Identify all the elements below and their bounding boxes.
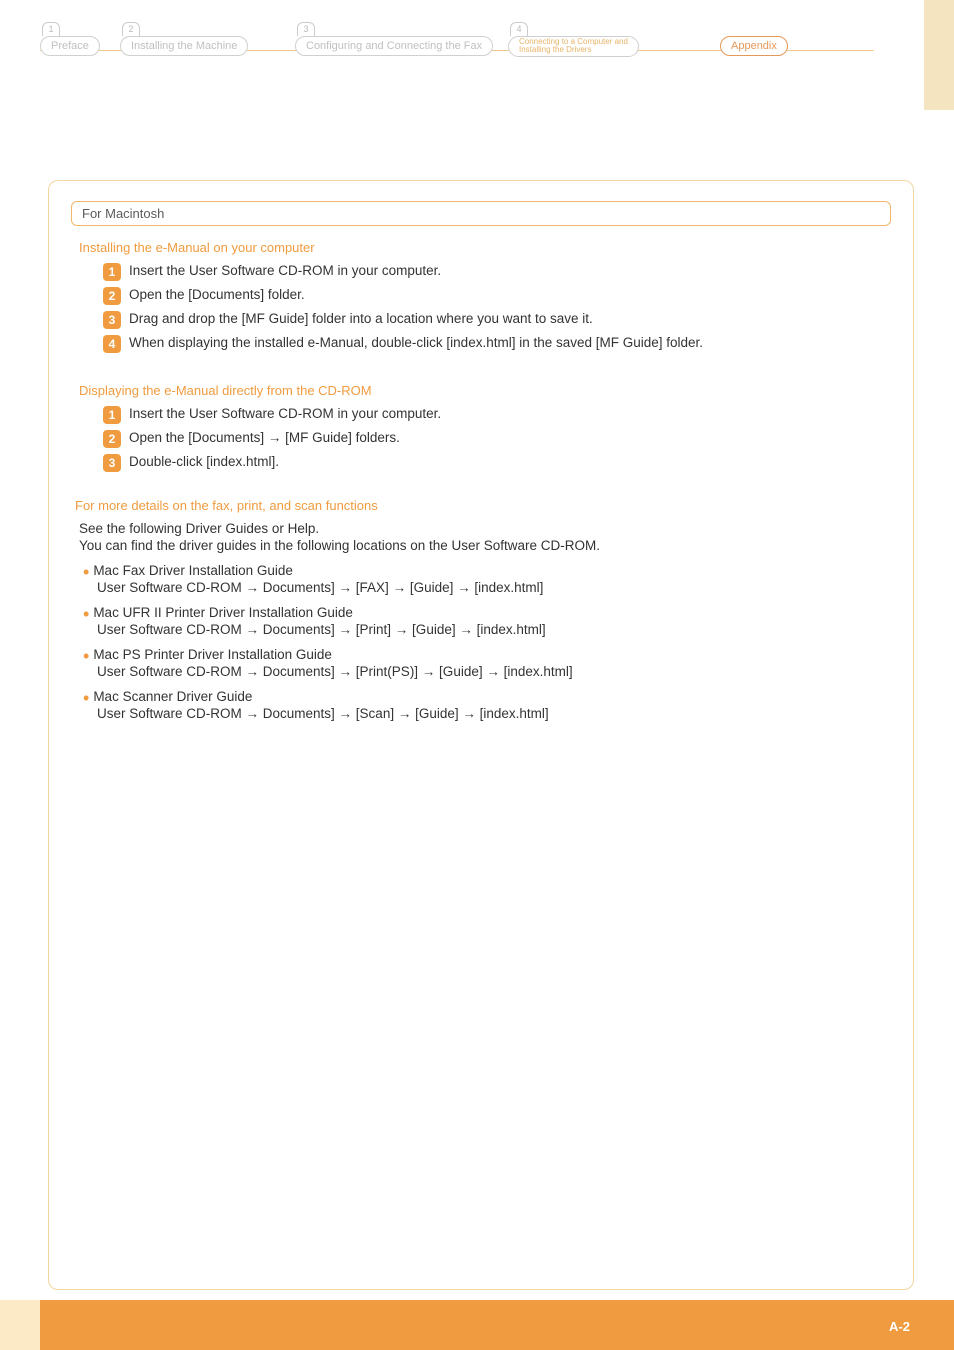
section-title-install: Installing the e-Manual on your computer	[79, 240, 913, 255]
footer-band	[0, 1300, 954, 1350]
step-num-icon: 2	[103, 287, 121, 305]
step-num-icon: 2	[103, 430, 121, 448]
breadcrumb-label: Appendix	[731, 40, 777, 52]
breadcrumb-label: Configuring and Connecting the Fax	[306, 40, 482, 52]
bullet-path: User Software CD-ROM → Documents] → [Pri…	[97, 622, 913, 637]
step-text: Double-click [index.html].	[129, 454, 279, 469]
breadcrumb-chip-installing: Installing the Machine	[120, 36, 248, 56]
breadcrumb-chip-fax: Configuring and Connecting the Fax	[295, 36, 493, 56]
bullet-dot-icon: •	[83, 688, 89, 708]
breadcrumb-num-3: 3	[297, 22, 315, 36]
bullet-dot-icon: •	[83, 604, 89, 624]
step-num-icon: 3	[103, 311, 121, 329]
display-step-1: 1 Insert the User Software CD-ROM in your…	[103, 406, 913, 424]
bullet-path: User Software CD-ROM → Documents] → [Pri…	[97, 664, 913, 679]
bullet-scanner: • Mac Scanner Driver Guide User Software …	[83, 689, 913, 721]
bullet-dot-icon: •	[83, 562, 89, 582]
details-bullets: • Mac Fax Driver Installation Guide User …	[83, 563, 913, 721]
breadcrumb-num-4: 4	[510, 22, 528, 36]
section-title-details: For more details on the fax, print, and …	[75, 498, 913, 513]
install-steps: 1 Insert the User Software CD-ROM in your…	[103, 263, 913, 353]
bullet-path: User Software CD-ROM → Documents] → [Sca…	[97, 706, 913, 721]
install-step-1: 1 Insert the User Software CD-ROM in your…	[103, 263, 913, 281]
bullet-fax: • Mac Fax Driver Installation Guide User …	[83, 563, 913, 595]
step-text: When displaying the installed e-Manual, …	[129, 335, 703, 350]
display-step-3: 3 Double-click [index.html].	[103, 454, 913, 472]
bullet-head: Mac Fax Driver Installation Guide	[93, 563, 293, 578]
details-intro-1: See the following Driver Guides or Help.	[79, 521, 913, 536]
install-step-2: 2 Open the [Documents] folder.	[103, 287, 913, 305]
display-step-2: 2 Open the [Documents] → [MF Guide] folde…	[103, 430, 913, 448]
bullet-head: Mac UFR II Printer Driver Installation G…	[93, 605, 353, 620]
step-num-icon: 1	[103, 406, 121, 424]
page-number: A-2	[889, 1319, 910, 1334]
content-card: For Macintosh Installing the e-Manual on…	[48, 180, 914, 1290]
step-text: Insert the User Software CD-ROM in your …	[129, 406, 441, 421]
step-num-icon: 1	[103, 263, 121, 281]
bullet-path: User Software CD-ROM → Documents] → [FAX…	[97, 580, 913, 595]
section-title-display: Displaying the e-Manual directly from th…	[79, 383, 913, 398]
display-steps: 1 Insert the User Software CD-ROM in your…	[103, 406, 913, 472]
breadcrumb: 1 Preface 2 Installing the Machine 3 Con…	[40, 28, 914, 78]
step-text: Insert the User Software CD-ROM in your …	[129, 263, 441, 278]
bullet-head: Mac PS Printer Driver Installation Guide	[93, 647, 332, 662]
breadcrumb-chip-preface: Preface	[40, 36, 100, 56]
decor-stripe	[924, 0, 954, 110]
step-text: Open the [Documents] → [MF Guide] folder…	[129, 430, 400, 445]
step-num-icon: 3	[103, 454, 121, 472]
install-step-3: 3 Drag and drop the [MF Guide] folder int…	[103, 311, 913, 329]
step-num-icon: 4	[103, 335, 121, 353]
breadcrumb-chip-drivers: Connecting to a Computer and Installing …	[508, 36, 639, 57]
breadcrumb-label: Installing the Machine	[131, 40, 237, 52]
bullet-dot-icon: •	[83, 646, 89, 666]
bullet-ps: • Mac PS Printer Driver Installation Guid…	[83, 647, 913, 679]
install-step-4: 4 When displaying the installed e-Manual,…	[103, 335, 913, 353]
header-for-macintosh: For Macintosh	[71, 201, 891, 226]
footer-band-left	[0, 1300, 40, 1350]
details-intro-2: You can find the driver guides in the fo…	[79, 538, 913, 553]
bullet-head: Mac Scanner Driver Guide	[93, 689, 252, 704]
breadcrumb-label: Preface	[51, 40, 89, 52]
step-text: Drag and drop the [MF Guide] folder into…	[129, 311, 593, 326]
breadcrumb-num-2: 2	[122, 22, 140, 36]
breadcrumb-num-1: 1	[42, 22, 60, 36]
bullet-ufr: • Mac UFR II Printer Driver Installation …	[83, 605, 913, 637]
breadcrumb-label-line2: Installing the Drivers	[519, 46, 628, 54]
step-text: Open the [Documents] folder.	[129, 287, 305, 302]
breadcrumb-chip-appendix: Appendix	[720, 36, 788, 56]
